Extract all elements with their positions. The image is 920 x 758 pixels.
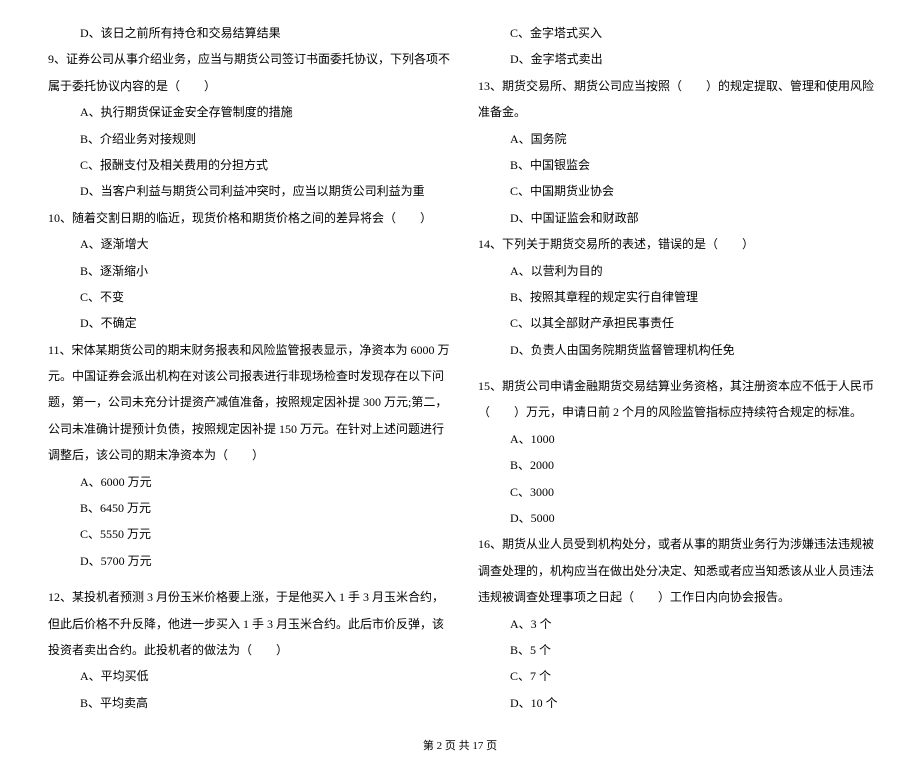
q9-option-a: A、执行期货保证金安全存管制度的措施 [40,99,450,125]
q16-option-a: A、3 个 [470,611,880,637]
q12-question: 12、某投机者预测 3 月份玉米价格要上涨，于是他买入 1 手 3 月玉米合约，… [40,584,450,663]
q13-option-c: C、中国期货业协会 [470,178,880,204]
q13-question: 13、期货交易所、期货公司应当按照（ ）的规定提取、管理和使用风险准备金。 [470,73,880,126]
q15-question: 15、期货公司申请金融期货交易结算业务资格，其注册资本应不低于人民币（ ）万元，… [470,373,880,426]
q16-option-b: B、5 个 [470,637,880,663]
q10-option-a: A、逐渐增大 [40,231,450,257]
q16-question: 16、期货从业人员受到机构处分，或者从事的期货业务行为涉嫌违法违规被调查处理的，… [470,531,880,610]
q11-question: 11、宋体某期货公司的期末财务报表和风险监管报表显示，净资本为 6000 万元。… [40,337,450,469]
q10-option-c: C、不变 [40,284,450,310]
q15-option-c: C、3000 [470,479,880,505]
q10-option-d: D、不确定 [40,310,450,336]
q13-option-b: B、中国银监会 [470,152,880,178]
q16-option-d: D、10 个 [470,690,880,716]
q14-option-c: C、以其全部财产承担民事责任 [470,310,880,336]
q15-option-a: A、1000 [470,426,880,452]
page-content: D、该日之前所有持仓和交易结算结果 9、证券公司从事介绍业务，应当与期货公司签订… [0,20,920,716]
right-column: C、金字塔式买入 D、金字塔式卖出 13、期货交易所、期货公司应当按照（ ）的规… [470,20,880,716]
q12-option-d: D、金字塔式卖出 [470,46,880,72]
q15-option-d: D、5000 [470,505,880,531]
q9-question: 9、证券公司从事介绍业务，应当与期货公司签订书面委托协议，下列各项不属于委托协议… [40,46,450,99]
q11-option-d: D、5700 万元 [40,548,450,574]
q11-option-c: C、5550 万元 [40,521,450,547]
q12-option-a: A、平均买低 [40,663,450,689]
q9-option-d: D、当客户利益与期货公司利益冲突时，应当以期货公司利益为重 [40,178,450,204]
q15-option-b: B、2000 [470,452,880,478]
q12-option-b: B、平均卖高 [40,690,450,716]
q14-option-d: D、负责人由国务院期货监督管理机构任免 [470,337,880,363]
q9-option-b: B、介绍业务对接规则 [40,126,450,152]
page-footer: 第 2 页 共 17 页 [0,734,920,758]
q13-option-d: D、中国证监会和财政部 [470,205,880,231]
q13-option-a: A、国务院 [470,126,880,152]
q14-question: 14、下列关于期货交易所的表述，错误的是（ ） [470,231,880,257]
q11-option-a: A、6000 万元 [40,469,450,495]
q8-option-d: D、该日之前所有持仓和交易结算结果 [40,20,450,46]
q9-option-c: C、报酬支付及相关费用的分担方式 [40,152,450,178]
q12-option-c: C、金字塔式买入 [470,20,880,46]
q14-option-a: A、以营利为目的 [470,258,880,284]
left-column: D、该日之前所有持仓和交易结算结果 9、证券公司从事介绍业务，应当与期货公司签订… [40,20,450,716]
q10-option-b: B、逐渐缩小 [40,258,450,284]
q14-option-b: B、按照其章程的规定实行自律管理 [470,284,880,310]
q11-option-b: B、6450 万元 [40,495,450,521]
q10-question: 10、随着交割日期的临近，现货价格和期货价格之间的差异将会（ ） [40,205,450,231]
q16-option-c: C、7 个 [470,663,880,689]
